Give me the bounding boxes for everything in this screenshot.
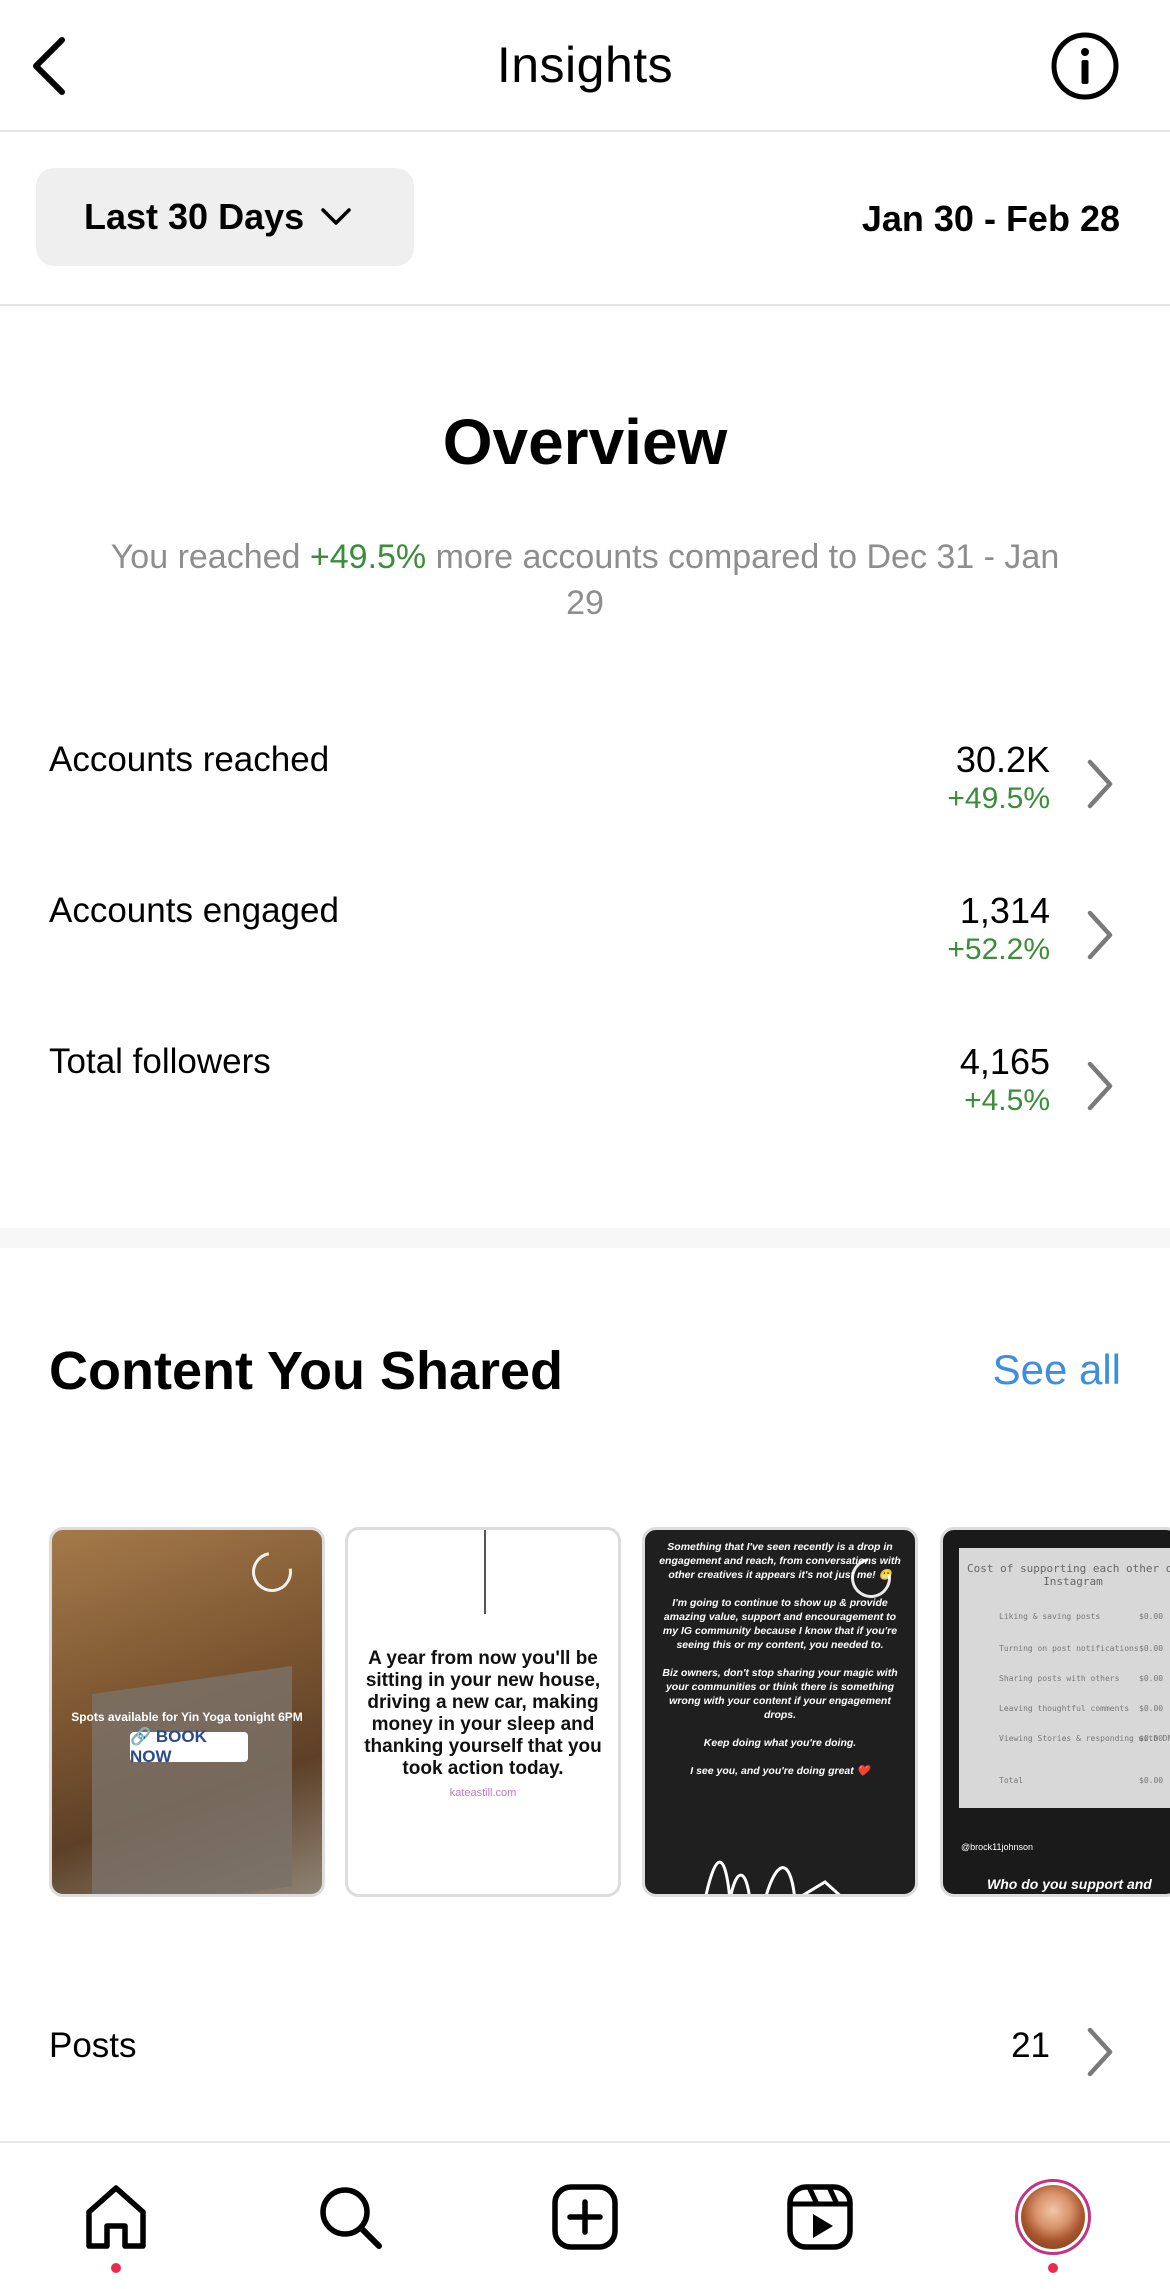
thumb-question: Who do you support and	[987, 1876, 1152, 1892]
receipt-amount: $0.00	[1139, 1612, 1164, 1621]
home-notification-dot	[111, 2263, 121, 2273]
thumb-handle: @brock11johnson	[961, 1842, 1034, 1852]
metric-label: Total followers	[49, 1042, 271, 1081]
receipt-line: Total	[999, 1776, 1024, 1785]
carousel-icon	[244, 1544, 300, 1600]
nav-home[interactable]	[76, 2177, 156, 2257]
metric-label: Accounts engaged	[49, 891, 339, 930]
metric-change: +49.5%	[947, 782, 1050, 815]
thumb-quote: A year from now you'll be sitting in you…	[364, 1648, 602, 1779]
nav-search[interactable]	[310, 2177, 390, 2257]
date-range-label: Last 30 Days	[84, 196, 305, 237]
overview-desc-prefix: You reached	[110, 538, 310, 576]
receipt-title: Cost of supporting each other on Instagr…	[967, 1562, 1170, 1588]
content-shared-title: Content You Shared	[49, 1341, 564, 1401]
thumb-caption: Spots available for Yin Yoga tonight 6PM	[71, 1710, 303, 1724]
metric-row-accounts-engaged[interactable]: Accounts engaged 1,314 +52.2%	[0, 891, 1170, 1031]
metric-change: +52.2%	[947, 933, 1050, 966]
bottom-nav	[0, 2141, 1170, 2289]
receipt-amount: $0.00	[1139, 1776, 1164, 1785]
rug-image	[92, 1665, 292, 1894]
content-thumbnails: Spots available for Yin Yoga tonight 6PM…	[49, 1527, 1170, 1899]
metric-change: +4.5%	[964, 1084, 1050, 1117]
receipt-amount: $0.00	[1139, 1674, 1164, 1683]
receipt-line: Liking & saving posts	[999, 1612, 1101, 1621]
content-thumbnail[interactable]: Cost of supporting each other on Instagr…	[940, 1527, 1170, 1897]
receipt-line: Leaving thoughtful comments	[999, 1704, 1130, 1713]
date-range-text: Jan 30 - Feb 28	[861, 198, 1120, 239]
content-thumbnail[interactable]: Spots available for Yin Yoga tonight 6PM…	[49, 1527, 325, 1897]
metric-row-total-followers[interactable]: Total followers 4,165 +4.5%	[0, 1042, 1170, 1182]
receipt-amount: $0.00	[1139, 1644, 1164, 1653]
receipt-line: Sharing posts with others	[999, 1674, 1120, 1683]
profile-notification-dot	[1048, 2263, 1058, 2273]
overview-title: Overview	[442, 406, 728, 478]
divider-line	[484, 1530, 486, 1614]
chevron-right-icon	[1087, 1061, 1113, 1111]
info-button[interactable]	[1050, 31, 1120, 101]
date-filter-row: Last 30 Days Jan 30 - Feb 28	[0, 132, 1170, 306]
search-icon	[320, 2187, 382, 2249]
header: Insights	[0, 0, 1170, 132]
content-thumbnail[interactable]: A year from now you'll be sitting in you…	[345, 1527, 621, 1897]
metric-label: Accounts reached	[49, 740, 330, 779]
info-icon	[1051, 32, 1119, 100]
nav-profile[interactable]	[1013, 2177, 1093, 2257]
overview-desc-change: +49.5%	[309, 538, 427, 576]
reels-icon	[787, 2184, 853, 2250]
section-divider	[0, 1228, 1170, 1248]
chevron-right-icon	[1087, 2027, 1113, 2077]
avatar-image	[1021, 2185, 1085, 2249]
metric-value: 1,314	[959, 890, 1050, 931]
receipt-line: Turning on post notifications	[999, 1644, 1139, 1653]
chevron-right-icon	[1087, 910, 1113, 960]
receipt-amount: $0.00	[1139, 1734, 1164, 1743]
see-all-link[interactable]: See all	[993, 1346, 1121, 1394]
chevron-down-icon	[320, 201, 352, 233]
signature-icon	[704, 1860, 841, 1894]
book-now-sticker: 🔗 BOOK NOW	[130, 1727, 248, 1766]
receipt-image: Cost of supporting each other on Instagr…	[959, 1548, 1170, 1808]
date-range-dropdown[interactable]: Last 30 Days	[36, 168, 414, 266]
metric-row-accounts-reached[interactable]: Accounts reached 30.2K +49.5%	[0, 740, 1170, 880]
overview-description: You reached +49.5% more accounts compare…	[110, 534, 1060, 626]
home-icon	[86, 2185, 146, 2249]
posts-label: Posts	[49, 2026, 137, 2065]
nav-reels[interactable]	[780, 2177, 860, 2257]
posts-row[interactable]: Posts 21	[0, 2026, 1170, 2106]
add-post-icon	[552, 2184, 618, 2250]
receipt-amount: $0.00	[1139, 1704, 1164, 1713]
chevron-right-icon	[1087, 759, 1113, 809]
avatar	[1015, 2179, 1091, 2255]
thumb-url: kateastill.com	[449, 1787, 517, 1799]
metric-value: 4,165	[959, 1041, 1050, 1082]
overview-desc-suffix: more accounts compared to Dec 31 - Jan 2…	[426, 538, 1060, 622]
posts-count: 21	[1011, 2026, 1050, 2065]
page-title: Insights	[496, 37, 674, 93]
metric-value: 30.2K	[955, 739, 1050, 780]
content-thumbnail[interactable]: Something that I've seen recently is a d…	[642, 1527, 918, 1897]
nav-create[interactable]	[545, 2177, 625, 2257]
